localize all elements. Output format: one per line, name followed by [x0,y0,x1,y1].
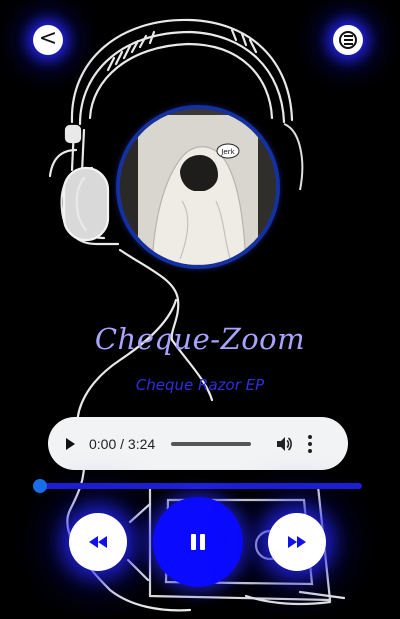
rewind-button[interactable] [69,513,127,571]
menu-button[interactable] [333,25,363,55]
fast-forward-icon [288,536,306,548]
back-button[interactable]: < [33,25,63,55]
audio-player: 0:00 / 3:24 [48,417,348,470]
more-vertical-icon[interactable] [307,434,313,453]
track-title: Cheque-Zoom [94,322,306,356]
time-readout: 0:00 / 3:24 [89,435,156,452]
play-icon[interactable] [66,437,75,450]
cover-tag-text: Jerk [220,148,235,156]
album-name: Cheque Razor EP [135,376,265,394]
rewind-icon [89,536,107,548]
back-label: < [38,25,58,51]
player-screen: < Jerk Cheque-Zoom Cheque Razor EP 0:00 … [0,0,400,619]
cover-art-image: Jerk [120,109,276,265]
audio-progress-track[interactable] [171,441,252,446]
seek-thumb[interactable] [33,479,47,493]
seek-bar[interactable] [40,483,362,489]
pause-icon [191,534,205,550]
pause-button[interactable] [153,497,243,587]
album-cover: Jerk [116,105,280,269]
volume-icon[interactable] [275,435,293,453]
forward-button[interactable] [268,513,326,571]
hamburger-menu-icon [339,31,357,49]
